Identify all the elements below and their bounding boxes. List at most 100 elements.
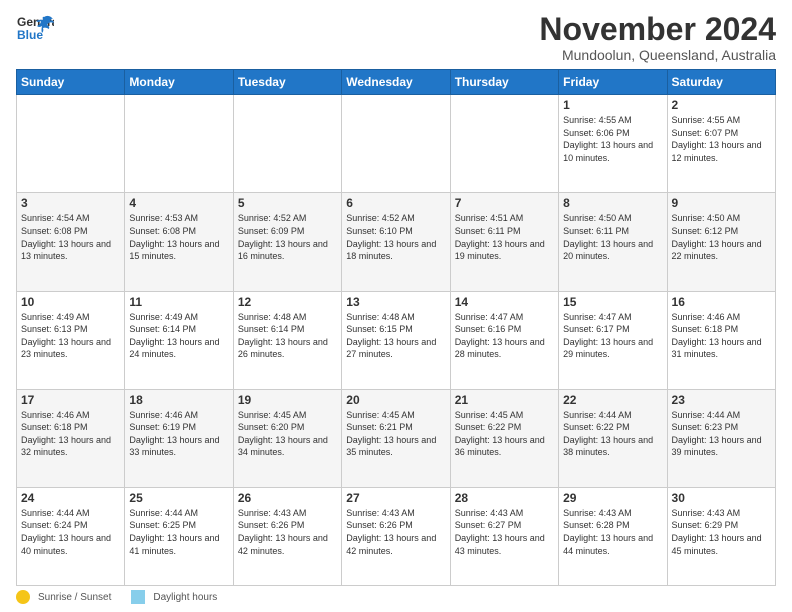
day-number: 1	[563, 98, 662, 112]
day-number: 27	[346, 491, 445, 505]
day-info: Sunrise: 4:46 AM Sunset: 6:18 PM Dayligh…	[21, 409, 120, 459]
day-info: Sunrise: 4:46 AM Sunset: 6:19 PM Dayligh…	[129, 409, 228, 459]
day-number: 11	[129, 295, 228, 309]
calendar-cell	[233, 95, 341, 193]
calendar-cell	[125, 95, 233, 193]
header-sunday: Sunday	[17, 70, 125, 95]
calendar-cell: 8 Sunrise: 4:50 AM Sunset: 6:11 PM Daylig…	[559, 193, 667, 291]
calendar-cell: 7 Sunrise: 4:51 AM Sunset: 6:11 PM Daylig…	[450, 193, 558, 291]
day-number: 3	[21, 196, 120, 210]
calendar-cell: 20Sunrise: 4:45 AM Sunset: 6:21 PM Dayli…	[342, 389, 450, 487]
calendar-cell: 17Sunrise: 4:46 AM Sunset: 6:18 PM Dayli…	[17, 389, 125, 487]
day-number: 14	[455, 295, 554, 309]
day-number: 21	[455, 393, 554, 407]
day-info: Sunrise: 4:52 AM Sunset: 6:10 PM Dayligh…	[346, 212, 445, 262]
day-number: 2	[672, 98, 771, 112]
calendar-cell: 11 Sunrise: 4:49 AM Sunset: 6:14 PM Dayli…	[125, 291, 233, 389]
sunrise-legend-icon	[16, 590, 30, 604]
day-info: Sunrise: 4:50 AM Sunset: 6:12 PM Dayligh…	[672, 212, 771, 262]
calendar-cell: 9 Sunrise: 4:50 AM Sunset: 6:12 PM Daylig…	[667, 193, 775, 291]
day-number: 9	[672, 196, 771, 210]
header-thursday: Thursday	[450, 70, 558, 95]
calendar-cell: 26 Sunrise: 4:43 AM Sunset: 6:26 PM Dayli…	[233, 487, 341, 585]
calendar-cell: 25 Sunrise: 4:44 AM Sunset: 6:25 PM Dayli…	[125, 487, 233, 585]
calendar-cell: 21 Sunrise: 4:45 AM Sunset: 6:22 PM Dayli…	[450, 389, 558, 487]
calendar-cell	[450, 95, 558, 193]
day-info: Sunrise: 4:43 AM Sunset: 6:26 PM Dayligh…	[346, 507, 445, 557]
day-info: Sunrise: 4:43 AM Sunset: 6:29 PM Dayligh…	[672, 507, 771, 557]
calendar-cell: 16Sunrise: 4:46 AM Sunset: 6:18 PM Dayli…	[667, 291, 775, 389]
week-row-2: 3 Sunrise: 4:54 AM Sunset: 6:08 PM Daylig…	[17, 193, 776, 291]
day-info: Sunrise: 4:49 AM Sunset: 6:14 PM Dayligh…	[129, 311, 228, 361]
day-number: 5	[238, 196, 337, 210]
day-info: Sunrise: 4:47 AM Sunset: 6:17 PM Dayligh…	[563, 311, 662, 361]
day-info: Sunrise: 4:52 AM Sunset: 6:09 PM Dayligh…	[238, 212, 337, 262]
header-tuesday: Tuesday	[233, 70, 341, 95]
day-info: Sunrise: 4:44 AM Sunset: 6:25 PM Dayligh…	[129, 507, 228, 557]
calendar-cell: 29 Sunrise: 4:43 AM Sunset: 6:28 PM Dayli…	[559, 487, 667, 585]
header-friday: Friday	[559, 70, 667, 95]
calendar-cell: 18 Sunrise: 4:46 AM Sunset: 6:19 PM Dayli…	[125, 389, 233, 487]
day-info: Sunrise: 4:54 AM Sunset: 6:08 PM Dayligh…	[21, 212, 120, 262]
day-info: Sunrise: 4:50 AM Sunset: 6:11 PM Dayligh…	[563, 212, 662, 262]
calendar-cell: 3 Sunrise: 4:54 AM Sunset: 6:08 PM Daylig…	[17, 193, 125, 291]
day-info: Sunrise: 4:45 AM Sunset: 6:22 PM Dayligh…	[455, 409, 554, 459]
calendar-cell: 27 Sunrise: 4:43 AM Sunset: 6:26 PM Dayli…	[342, 487, 450, 585]
page: General Blue November 2024 Mundoolun, Qu…	[0, 0, 792, 612]
day-info: Sunrise: 4:45 AM Sunset: 6:20 PM Dayligh…	[238, 409, 337, 459]
day-info: Sunrise: 4:46 AM Sunset: 6:18 PM Dayligh…	[672, 311, 771, 361]
calendar-cell: 4Sunrise: 4:53 AM Sunset: 6:08 PM Daylig…	[125, 193, 233, 291]
day-number: 4	[129, 196, 228, 210]
svg-text:Blue: Blue	[17, 28, 43, 42]
calendar-cell: 1Sunrise: 4:55 AM Sunset: 6:06 PM Daylig…	[559, 95, 667, 193]
day-number: 10	[21, 295, 120, 309]
day-number: 6	[346, 196, 445, 210]
day-number: 13	[346, 295, 445, 309]
day-number: 29	[563, 491, 662, 505]
day-number: 23	[672, 393, 771, 407]
day-info: Sunrise: 4:49 AM Sunset: 6:13 PM Dayligh…	[21, 311, 120, 361]
week-row-5: 24Sunrise: 4:44 AM Sunset: 6:24 PM Dayli…	[17, 487, 776, 585]
calendar-cell: 13 Sunrise: 4:48 AM Sunset: 6:15 PM Dayli…	[342, 291, 450, 389]
day-number: 26	[238, 491, 337, 505]
day-info: Sunrise: 4:43 AM Sunset: 6:26 PM Dayligh…	[238, 507, 337, 557]
week-row-3: 10 Sunrise: 4:49 AM Sunset: 6:13 PM Dayli…	[17, 291, 776, 389]
day-number: 12	[238, 295, 337, 309]
day-info: Sunrise: 4:47 AM Sunset: 6:16 PM Dayligh…	[455, 311, 554, 361]
calendar-cell: 10 Sunrise: 4:49 AM Sunset: 6:13 PM Dayli…	[17, 291, 125, 389]
calendar-cell: 14 Sunrise: 4:47 AM Sunset: 6:16 PM Dayli…	[450, 291, 558, 389]
day-info: Sunrise: 4:44 AM Sunset: 6:22 PM Dayligh…	[563, 409, 662, 459]
calendar-cell: 30 Sunrise: 4:43 AM Sunset: 6:29 PM Dayli…	[667, 487, 775, 585]
calendar-cell: 28Sunrise: 4:43 AM Sunset: 6:27 PM Dayli…	[450, 487, 558, 585]
header: General Blue November 2024 Mundoolun, Qu…	[16, 12, 776, 63]
day-number: 8	[563, 196, 662, 210]
location: Mundoolun, Queensland, Australia	[539, 47, 776, 63]
week-row-1: 1Sunrise: 4:55 AM Sunset: 6:06 PM Daylig…	[17, 95, 776, 193]
calendar-cell: 24Sunrise: 4:44 AM Sunset: 6:24 PM Dayli…	[17, 487, 125, 585]
calendar-cell	[342, 95, 450, 193]
calendar-cell: 2 Sunrise: 4:55 AM Sunset: 6:07 PM Daylig…	[667, 95, 775, 193]
day-info: Sunrise: 4:43 AM Sunset: 6:28 PM Dayligh…	[563, 507, 662, 557]
day-number: 25	[129, 491, 228, 505]
footer: Sunrise / Sunset Daylight hours	[16, 590, 776, 604]
day-number: 7	[455, 196, 554, 210]
day-info: Sunrise: 4:44 AM Sunset: 6:23 PM Dayligh…	[672, 409, 771, 459]
calendar-cell: 19 Sunrise: 4:45 AM Sunset: 6:20 PM Dayli…	[233, 389, 341, 487]
header-monday: Monday	[125, 70, 233, 95]
day-number: 22	[563, 393, 662, 407]
month-title: November 2024	[539, 12, 776, 47]
day-info: Sunrise: 4:43 AM Sunset: 6:27 PM Dayligh…	[455, 507, 554, 557]
day-number: 20	[346, 393, 445, 407]
day-info: Sunrise: 4:55 AM Sunset: 6:07 PM Dayligh…	[672, 114, 771, 164]
day-number: 18	[129, 393, 228, 407]
week-row-4: 17Sunrise: 4:46 AM Sunset: 6:18 PM Dayli…	[17, 389, 776, 487]
calendar-cell: 23 Sunrise: 4:44 AM Sunset: 6:23 PM Dayli…	[667, 389, 775, 487]
calendar-cell: 12Sunrise: 4:48 AM Sunset: 6:14 PM Dayli…	[233, 291, 341, 389]
weekday-header-row: Sunday Monday Tuesday Wednesday Thursday…	[17, 70, 776, 95]
day-number: 30	[672, 491, 771, 505]
logo: General Blue	[16, 12, 54, 50]
calendar-table: Sunday Monday Tuesday Wednesday Thursday…	[16, 69, 776, 586]
day-info: Sunrise: 4:51 AM Sunset: 6:11 PM Dayligh…	[455, 212, 554, 262]
day-number: 19	[238, 393, 337, 407]
day-info: Sunrise: 4:48 AM Sunset: 6:15 PM Dayligh…	[346, 311, 445, 361]
